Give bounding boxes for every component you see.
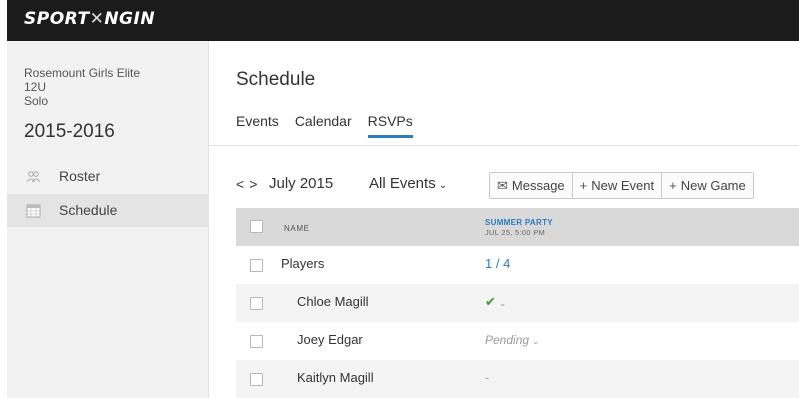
next-month-button[interactable]: > — [249, 176, 257, 192]
sportngin-logo[interactable]: SPORT✕NGIN — [24, 9, 155, 29]
chevron-down-icon: ⌄ — [498, 298, 507, 308]
row-name: Joey Edgar — [297, 332, 363, 347]
logo-mark-icon: ✕ — [89, 9, 105, 29]
event-filter-dropdown[interactable]: All Events ⌄ — [369, 175, 447, 192]
sidebar-item-roster[interactable]: Roster — [7, 160, 209, 193]
checkmark-icon: ✔ — [485, 294, 496, 309]
team-name: Rosemount Girls Elite 12U Solo — [24, 66, 194, 108]
team-season: 2015-2016 — [24, 121, 115, 142]
sidebar-item-schedule[interactable]: Schedule — [7, 194, 209, 227]
logo-text-ngin: NGIN — [104, 9, 156, 29]
new-event-button-label: New Event — [591, 178, 655, 193]
rsvp-status-dropdown[interactable]: Pending ⌄ — [485, 332, 540, 347]
table-row: Chloe Magill ✔ ⌄ — [236, 284, 799, 322]
tab-events[interactable]: Events — [236, 113, 279, 138]
rsvp-count-link[interactable]: 1 / 4 — [485, 256, 510, 271]
rsvp-status-pending: Pending — [485, 333, 530, 347]
row-name: Chloe Magill — [297, 294, 369, 309]
sidebar: Rosemount Girls Elite 12U Solo 2015-2016… — [7, 41, 209, 398]
top-bar: SPORT✕NGIN — [7, 0, 799, 41]
plus-icon: + — [579, 178, 588, 193]
new-event-button[interactable]: + New Event — [572, 173, 663, 198]
prev-month-button[interactable]: < — [236, 176, 244, 192]
message-button-label: Message — [511, 178, 565, 193]
sidebar-item-label: Schedule — [59, 202, 118, 218]
new-game-button[interactable]: + New Game — [662, 173, 753, 198]
tab-rsvps[interactable]: RSVPs — [367, 113, 413, 138]
table-row: Players 1 / 4 — [236, 246, 799, 284]
tab-bar: Events Calendar RSVPs — [236, 113, 429, 138]
logo-text-sport: SPORT — [24, 9, 90, 29]
message-button[interactable]: ✉ Message — [490, 173, 573, 198]
select-all-checkbox[interactable] — [250, 220, 263, 233]
action-button-group: ✉ Message + New Event + New Game — [489, 172, 754, 199]
table-row: Joey Edgar Pending ⌄ — [236, 322, 799, 360]
column-header-name[interactable]: NAME — [284, 224, 310, 233]
team-line-3: Solo — [24, 94, 49, 108]
row-checkbox[interactable] — [250, 373, 263, 386]
row-checkbox[interactable] — [250, 259, 263, 272]
current-month: July 2015 — [269, 175, 334, 192]
main-content: Schedule Events Calendar RSVPs < > July 2… — [209, 41, 799, 398]
row-name: Kaitlyn Magill — [297, 370, 374, 385]
roster-icon — [26, 169, 41, 184]
tab-calendar[interactable]: Calendar — [295, 113, 352, 138]
month-nav: < > — [236, 176, 262, 192]
plus-icon: + — [669, 178, 677, 193]
column-header-event[interactable]: SUMMER PARTY — [485, 218, 553, 227]
sidebar-item-label: Roster — [59, 168, 101, 184]
app-frame: SPORT✕NGIN Rosemount Girls Elite 12U Sol… — [7, 0, 799, 398]
row-name: Players — [281, 256, 325, 271]
team-line-2: 12U — [24, 80, 47, 94]
new-game-button-label: New Game — [680, 178, 746, 193]
rsvp-status-none: - — [485, 370, 490, 385]
row-checkbox[interactable] — [250, 297, 263, 310]
calendar-icon — [26, 203, 41, 218]
rsvp-status-dropdown[interactable]: ✔ ⌄ — [485, 294, 506, 310]
row-checkbox[interactable] — [250, 335, 263, 348]
page-title: Schedule — [236, 69, 316, 90]
envelope-icon: ✉ — [497, 177, 508, 193]
table-row: Kaitlyn Magill - — [236, 360, 799, 398]
table-header: NAME SUMMER PARTY JUL 25, 5:00 PM — [236, 208, 799, 246]
event-filter-label: All Events — [369, 175, 436, 192]
column-header-event-date: JUL 25, 5:00 PM — [485, 228, 546, 237]
chevron-down-icon: ⌄ — [438, 180, 448, 191]
team-line-1: Rosemount Girls Elite — [24, 66, 141, 80]
toolbar: < > July 2015 All Events ⌄ ✉ Message + New… — [209, 146, 799, 208]
chevron-down-icon: ⌄ — [532, 336, 540, 346]
